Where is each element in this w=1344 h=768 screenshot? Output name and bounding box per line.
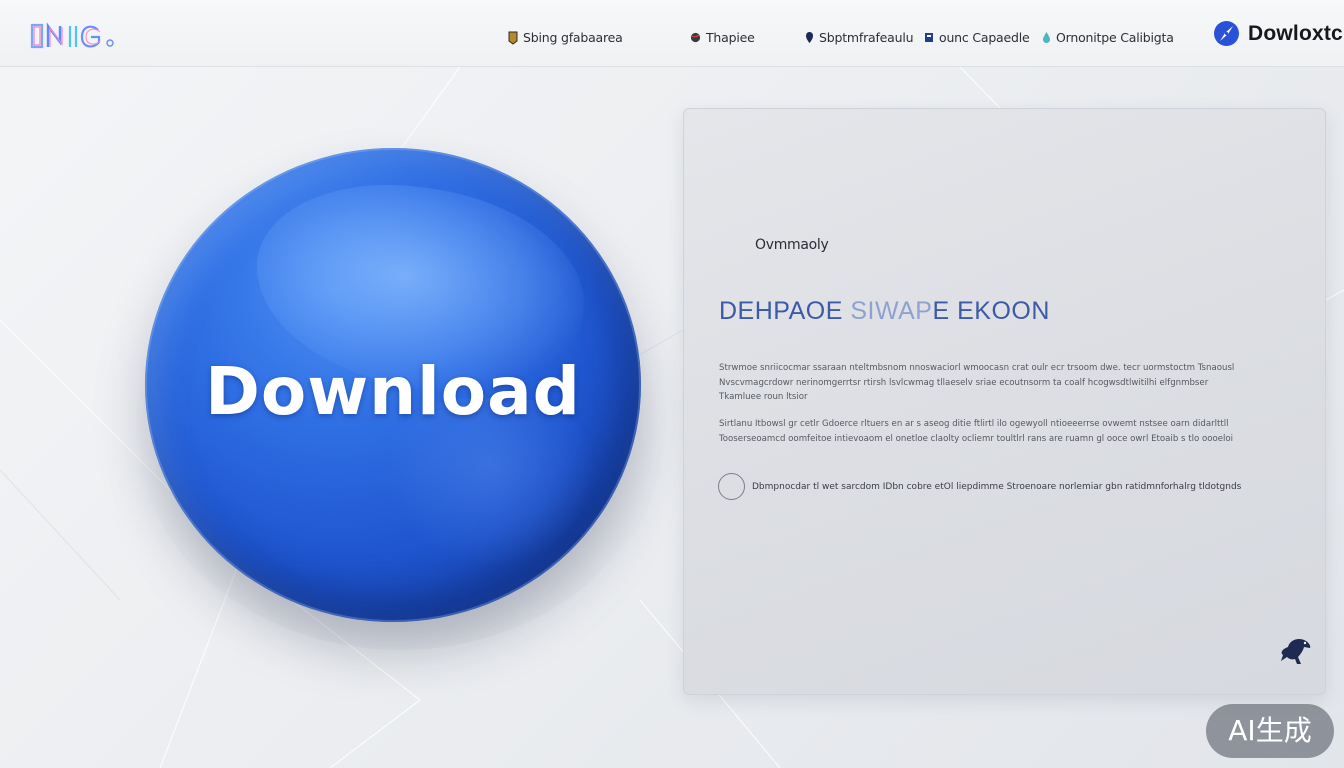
badge-icon [508,31,518,45]
agreement-radio[interactable] [718,473,745,500]
nav-item-5-label: Ornonitpe Calibigta [1056,30,1174,45]
nav-item-5[interactable]: Ornonitpe Calibigta [1042,30,1174,45]
panel-title: DEHPAOE SIWAPE EKOON [719,297,1050,326]
brand-label: Dowloxtc [1248,21,1343,45]
panel-title-faded: SIWAP [850,297,933,325]
page-icon [925,33,933,42]
panel-title-tail: E EKOON [932,297,1050,325]
nav-item-1[interactable]: Sbing gfabaarea [508,30,623,45]
nav-item-2[interactable]: Thapiee [690,30,755,45]
drop-icon [1043,32,1050,43]
top-navigation-bar: Sbing gfabaarea Thapiee Sbptmfrafeaulu o… [0,0,1344,67]
agreement-option[interactable]: Dbmpnocdar tl wet sarcdom IDbn cobre etO… [718,473,1241,500]
nav-item-1-label: Sbing gfabaarea [523,30,623,45]
ai-generated-watermark: AI生成 [1206,704,1334,758]
globe-icon [690,32,701,43]
panel-title-main: DEHPAOE [719,297,851,325]
nav-item-3-label: Sbptmfrafeaulu [819,30,914,45]
nav-item-3[interactable]: Sbptmfrafeaulu [805,30,914,45]
agreement-label: Dbmpnocdar tl wet sarcdom IDbn cobre etO… [752,481,1242,492]
kangaroo-icon [1281,639,1311,664]
compass-icon [1214,21,1239,46]
logo-icon[interactable] [30,22,118,52]
download-orb-button[interactable]: Download [145,148,641,622]
download-label: Download [205,353,581,430]
panel-overline: Ovmmaoly [755,237,829,253]
brand-download[interactable]: Dowloxtc [1213,20,1343,47]
nav-item-2-label: Thapiee [706,30,755,45]
panel-paragraph-1: Strwmoe snriicocmar ssaraan nteltmbsnom … [719,363,1235,402]
panel-paragraph-2: Sirtlanu Itbowsl gr cetlr Gdoerce rltuer… [719,419,1234,444]
pin-icon [806,32,813,43]
info-panel: Ovmmaoly DEHPAOE SIWAPE EKOON Strwmoe sn… [683,108,1326,695]
nav-item-4[interactable]: ounc Capaedle [924,30,1030,45]
nav-item-4-label: ounc Capaedle [939,30,1030,45]
